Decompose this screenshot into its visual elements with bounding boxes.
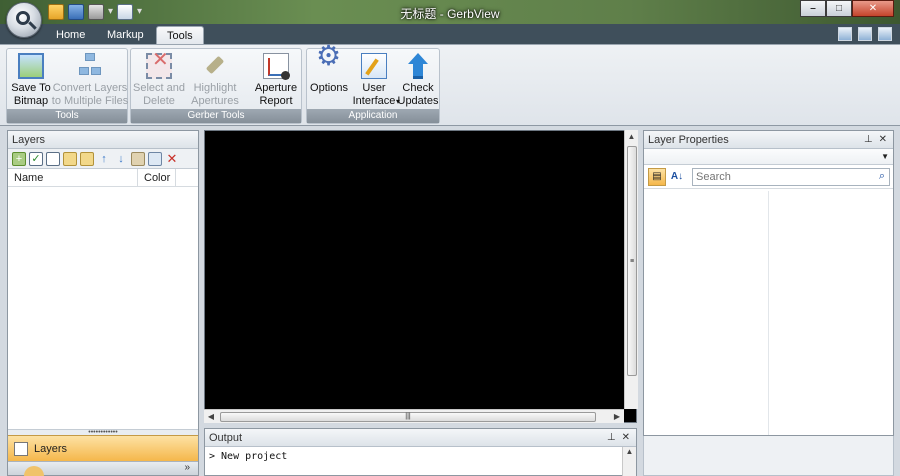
uncheck-all-icon[interactable] <box>46 151 60 166</box>
nav-layers-label: Layers <box>34 442 68 455</box>
ribbon-group-tools: Save To Bitmap Convert Layers to Multipl… <box>6 48 128 124</box>
output-panel-title: Output <box>209 432 243 444</box>
user-interface-icon <box>361 53 387 79</box>
minimize-button[interactable]: – <box>800 0 826 17</box>
properties-panel-header: Layer Properties ⊥ ✕ <box>644 131 893 149</box>
select-and-delete-label: Select and Delete <box>133 82 185 107</box>
nav-pane-icon[interactable] <box>24 466 44 476</box>
ribbon: Save To Bitmap Convert Layers to Multipl… <box>0 44 900 126</box>
save-to-bitmap-button[interactable]: Save To Bitmap <box>9 51 53 111</box>
canvas-vertical-scrollbar[interactable]: ▲ ≡ <box>624 130 638 409</box>
layers-column-headers: Name Color <box>8 169 198 187</box>
delete-icon[interactable]: ✕ <box>165 151 179 166</box>
tab-tools[interactable]: Tools <box>156 26 204 44</box>
properties-description-area <box>643 436 894 476</box>
move-up-icon[interactable]: ↑ <box>97 152 111 166</box>
scroll-up-icon[interactable]: ▲ <box>625 130 638 144</box>
output-panel: Output ⊥ ✕ > New project ▲ <box>204 428 637 476</box>
workspace: Layers + ✓ ↑ ↓ ✕ Name Color ••••••••••••… <box>0 126 900 476</box>
user-interface-label: User Interface <box>352 82 396 107</box>
group-label-application: Application <box>307 109 439 123</box>
convert-layers-label: Convert Layers to Multiple Files <box>51 82 129 107</box>
scroll-left-icon[interactable]: ◀ <box>204 410 218 424</box>
copy-icon[interactable] <box>63 151 77 166</box>
document-icon[interactable] <box>858 27 872 41</box>
search-icon[interactable]: ⌕ <box>879 170 885 183</box>
properties-search-input[interactable] <box>693 168 865 185</box>
vertical-scroll-thumb[interactable]: ≡ <box>627 146 637 376</box>
user-interface-button[interactable]: User Interface ▾ <box>349 51 400 111</box>
ribbon-tab-bar: Home Markup Tools <box>0 24 900 44</box>
nav-more-button[interactable]: » <box>184 462 190 473</box>
add-layer-icon[interactable]: + <box>12 151 26 166</box>
close-button[interactable]: ✕ <box>852 0 894 17</box>
options-button[interactable]: Options <box>309 49 349 111</box>
options-label: Options <box>310 82 348 94</box>
title-bar: ▾ ▾ 无标题 - GerbView – □ ✕ <box>0 0 900 38</box>
check-updates-label: Check Updates <box>397 82 439 107</box>
window-layout-icon[interactable] <box>838 27 852 41</box>
categorized-icon[interactable]: ▤ <box>648 167 666 186</box>
ribbon-right-icons <box>838 27 892 41</box>
column-header-name[interactable]: Name <box>8 169 138 186</box>
check-all-icon[interactable]: ✓ <box>29 151 43 166</box>
paste-icon[interactable] <box>80 151 94 166</box>
tab-home[interactable]: Home <box>46 26 95 44</box>
close-icon[interactable]: ✕ <box>622 429 630 446</box>
convert-layers-button[interactable]: Convert Layers to Multiple Files <box>51 51 129 111</box>
sort-alphabetical-icon[interactable]: A↓ <box>668 168 686 186</box>
ribbon-group-application: Options User Interface ▾ Check Updates A… <box>306 48 440 124</box>
nav-layers-button[interactable]: Layers <box>8 435 198 461</box>
aperture-report-label: Aperture Report <box>254 82 298 107</box>
bitmap-icon <box>18 53 44 79</box>
layers-panel: Layers + ✓ ↑ ↓ ✕ Name Color ••••••••••••… <box>7 130 199 476</box>
layers-toolbar: + ✓ ↑ ↓ ✕ <box>8 149 198 169</box>
zoom-icon[interactable] <box>148 151 162 166</box>
maximize-button[interactable]: □ <box>826 0 852 17</box>
tab-markup[interactable]: Markup <box>97 26 154 44</box>
merge-icon[interactable] <box>131 151 145 166</box>
layers-panel-title: Layers <box>8 131 198 149</box>
layer-properties-panel: Layer Properties ⊥ ✕ ▼ ▤ A↓ ⌕ <box>643 130 894 436</box>
highlight-apertures-label: Highlight Apertures <box>191 82 239 107</box>
highlight-apertures-button[interactable]: Highlight Apertures <box>187 51 243 111</box>
window-title: 无标题 - GerbView <box>400 7 500 21</box>
aperture-report-button[interactable]: Aperture Report <box>251 51 301 111</box>
options-icon <box>316 49 342 79</box>
output-panel-header: Output ⊥ ✕ <box>205 429 636 447</box>
select-delete-icon <box>146 53 172 79</box>
close-icon[interactable]: ✕ <box>879 131 887 148</box>
nav-pane-footer: » <box>8 461 198 476</box>
help-icon[interactable] <box>878 27 892 41</box>
horizontal-scroll-thumb[interactable]: ||| <box>220 412 596 422</box>
properties-panel-title: Layer Properties <box>648 134 729 146</box>
report-icon <box>263 53 290 80</box>
output-scrollbar[interactable]: ▲ <box>622 447 636 476</box>
pin-icon[interactable]: ⊥ <box>607 429 616 446</box>
save-to-bitmap-label: Save To Bitmap <box>11 82 51 107</box>
ribbon-group-gerber-tools: Select and Delete Highlight Apertures Ap… <box>130 48 302 124</box>
layers-convert-icon <box>77 53 103 79</box>
properties-toolbar: ▤ A↓ ⌕ <box>644 165 893 189</box>
pin-icon[interactable]: ⊥ <box>864 131 873 148</box>
chevron-down-icon: ▼ <box>881 152 889 161</box>
gerber-canvas[interactable] <box>204 130 637 423</box>
application-menu-button[interactable] <box>6 2 42 38</box>
properties-search: ⌕ <box>692 167 890 186</box>
check-updates-icon <box>405 53 431 79</box>
layers-icon <box>14 441 28 456</box>
object-selector-dropdown[interactable]: ▼ <box>644 149 893 165</box>
property-grid <box>644 191 893 435</box>
output-line: > New project <box>209 451 288 462</box>
move-down-icon[interactable]: ↓ <box>114 152 128 166</box>
check-updates-button[interactable]: Check Updates <box>397 51 439 111</box>
select-and-delete-button[interactable]: Select and Delete <box>133 51 185 111</box>
highlight-icon <box>202 53 228 79</box>
group-label-gerber-tools: Gerber Tools <box>131 109 301 123</box>
window-controls: – □ ✕ <box>800 0 894 17</box>
column-header-color[interactable]: Color <box>138 169 176 186</box>
group-label-tools: Tools <box>7 109 127 123</box>
scroll-right-icon[interactable]: ▶ <box>610 410 624 424</box>
canvas-horizontal-scrollbar[interactable]: ◀ ||| ▶ <box>204 409 624 423</box>
